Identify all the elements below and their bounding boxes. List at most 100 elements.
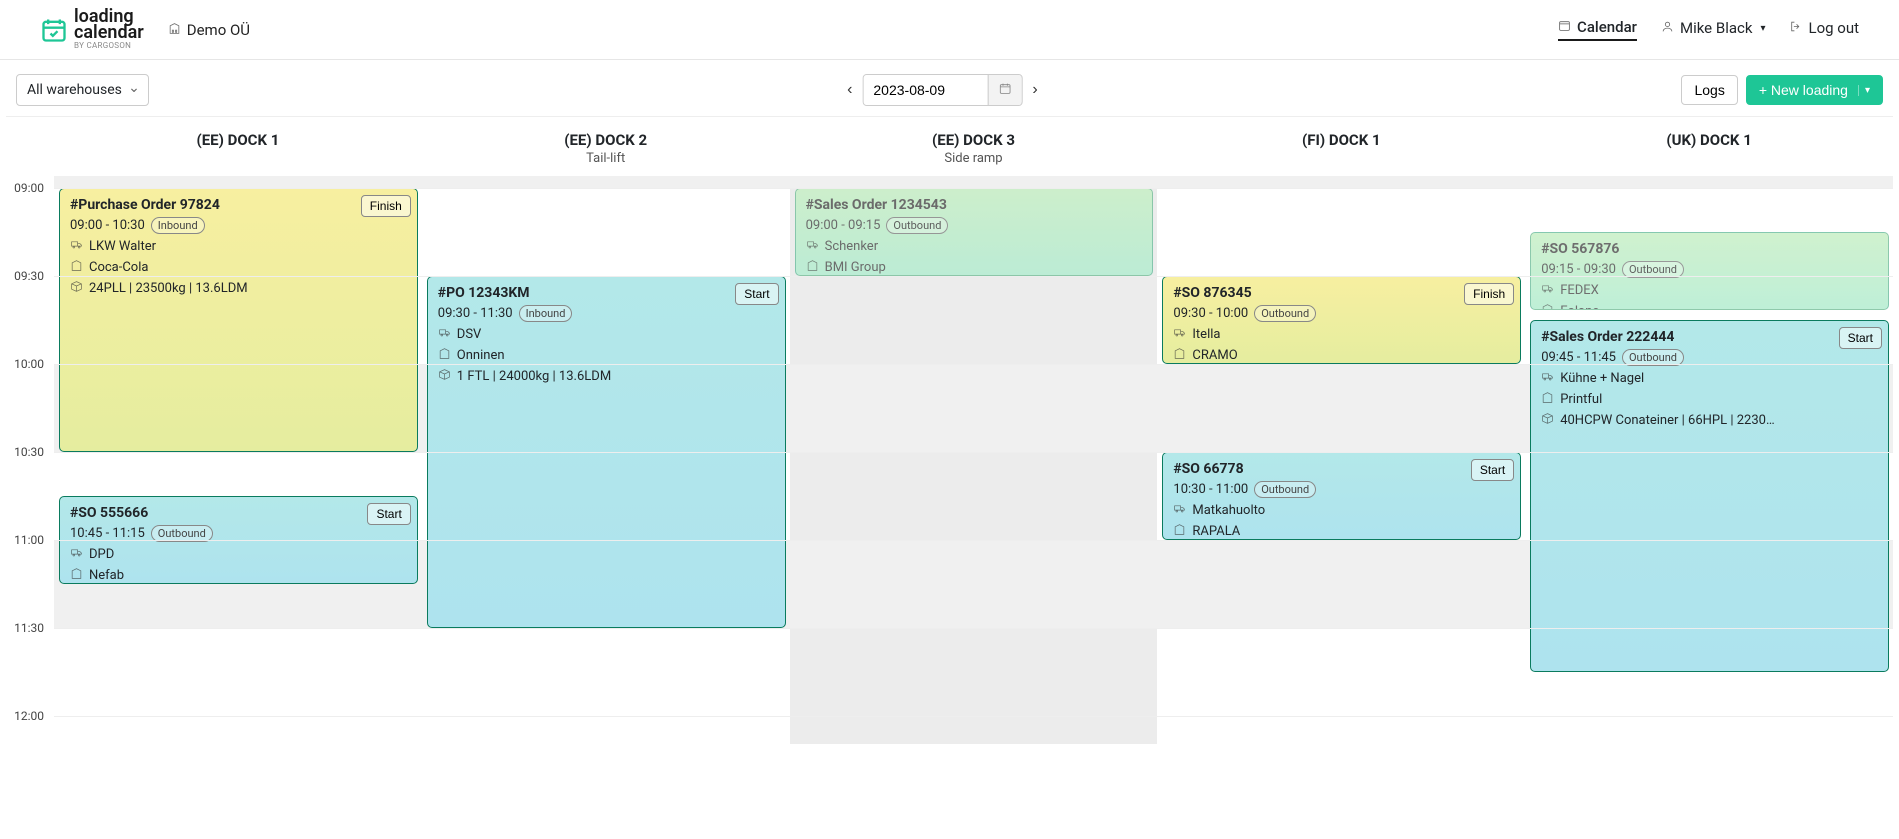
building-icon <box>1541 303 1554 310</box>
event-company-row: BMI Group <box>806 259 1143 276</box>
event-title: #PO 12343KM <box>438 285 775 301</box>
event-carrier: Kühne + Nagel <box>1560 371 1644 386</box>
event-time-row: 09:30 - 10:00Outbound <box>1173 305 1510 322</box>
event-cargo-row: 1 FTL | 24000kg | 13.6LDM <box>438 368 775 385</box>
building-icon <box>1173 523 1186 540</box>
event-title: #Purchase Order 97824 <box>70 197 407 213</box>
loading-event[interactable]: #SO 55566610:45 - 11:15OutboundDPDNefab6… <box>59 496 418 584</box>
loading-event[interactable]: #SO 87634509:30 - 10:00OutboundItellaCRA… <box>1162 276 1521 364</box>
dock-header: (EE) DOCK 1 <box>54 117 422 176</box>
dock-subtitle: Tail-lift <box>426 151 786 166</box>
event-cargo: 1 FTL | 24000kg | 13.6LDM <box>457 369 611 384</box>
dock-header: (EE) DOCK 2 Tail-lift <box>422 117 790 176</box>
event-time: 10:45 - 11:15 <box>70 526 145 541</box>
logo-text: loadingcalendar BY CARGOSON <box>74 9 144 50</box>
dock-column[interactable]: #PO 12343KM09:30 - 11:30InboundDSVOnnine… <box>422 176 790 744</box>
event-company-row: Coca-Cola <box>70 259 407 276</box>
next-day-button[interactable]: › <box>1022 75 1047 105</box>
event-time-row: 09:30 - 11:30 Inbound <box>438 305 775 322</box>
event-cargo-row: 24PLL | 23500kg | 13.6LDM <box>70 280 407 297</box>
company-selector[interactable]: Demo OÜ <box>168 21 250 39</box>
event-time: 09:15 - 09:30 <box>1541 262 1616 277</box>
date-picker-button[interactable] <box>987 75 1021 105</box>
event-title: #SO 66778 <box>1173 461 1510 477</box>
box-icon <box>70 280 83 297</box>
logout-link[interactable]: Log out <box>1789 19 1859 40</box>
truck-icon <box>1541 370 1554 387</box>
event-time: 09:30 - 11:30 <box>438 306 513 321</box>
dock-name: (EE) DOCK 3 <box>794 131 1154 149</box>
event-company-row: Nefab <box>70 567 407 584</box>
calendar: (EE) DOCK 1(EE) DOCK 2Tail-lift(EE) DOCK… <box>6 116 1893 744</box>
event-company-row: RAPALA <box>1173 523 1510 540</box>
event-company: CRAMO <box>1192 348 1237 363</box>
event-time-row: 09:45 - 11:45Outbound <box>1541 349 1878 366</box>
event-time: 09:45 - 11:45 <box>1541 350 1616 365</box>
time-label: 09:30 <box>6 269 50 283</box>
dock-name: (EE) DOCK 2 <box>426 131 786 149</box>
dock-header: (EE) DOCK 3Side ramp <box>790 117 1158 176</box>
loading-event[interactable]: #SO 6677810:30 - 11:00OutboundMatkahuolt… <box>1162 452 1521 540</box>
direction-badge: Inbound <box>151 217 205 234</box>
start-button[interactable]: Start <box>1839 327 1882 349</box>
prev-day-button[interactable]: ‹ <box>837 75 862 105</box>
box-icon <box>438 368 451 385</box>
new-loading-button[interactable]: + New loading ▾ <box>1746 75 1883 105</box>
calendar-icon <box>1558 18 1571 36</box>
event-carrier: LKW Walter <box>89 239 156 254</box>
logs-label: Logs <box>1694 82 1724 98</box>
dock-headers: (EE) DOCK 1(EE) DOCK 2Tail-lift(EE) DOCK… <box>6 117 1893 176</box>
event-time-row: 09:00 - 10:30Inbound <box>70 217 407 234</box>
event-title: #SO 876345 <box>1173 285 1510 301</box>
loading-event[interactable]: #Sales Order 123454309:00 - 09:15Outboun… <box>795 188 1154 276</box>
event-cargo: 24PLL | 23500kg | 13.6LDM <box>89 281 248 296</box>
finish-button[interactable]: Finish <box>361 195 411 217</box>
event-carrier-row: LKW Walter <box>70 238 407 255</box>
nav-calendar[interactable]: Calendar <box>1558 18 1637 41</box>
direction-badge: Outbound <box>886 217 948 234</box>
time-label: 12:00 <box>6 709 50 723</box>
truck-icon <box>70 546 83 563</box>
dock-column[interactable]: #SO 87634509:30 - 10:00OutboundItellaCRA… <box>1157 176 1525 744</box>
chevron-left-icon: ‹ <box>847 81 852 98</box>
building-icon <box>438 347 451 364</box>
event-company: Printful <box>1560 392 1602 407</box>
date-input[interactable] <box>863 75 987 105</box>
time-label: 11:00 <box>6 533 50 547</box>
direction-badge: Inbound <box>519 305 573 322</box>
dock-column[interactable]: #Purchase Order 97824 09:00 - 10:30Inboun… <box>54 176 422 744</box>
finish-button[interactable]: Finish <box>1464 283 1514 305</box>
date-navigator: ‹ › <box>837 74 1048 106</box>
event-title: #SO 555666 <box>70 505 407 521</box>
event-company-row: Eolane <box>1541 303 1878 310</box>
logs-button[interactable]: Logs <box>1681 75 1737 105</box>
event-carrier: DPD <box>89 547 114 562</box>
start-button[interactable]: Start <box>1471 459 1514 481</box>
loading-event[interactable]: #SO 56787609:15 - 09:30OutboundFEDEXEola… <box>1530 232 1889 310</box>
start-button[interactable]: Start <box>367 503 410 525</box>
app-header: loadingcalendar BY CARGOSON Demo OÜ Cale… <box>0 0 1899 60</box>
dock-name: (EE) DOCK 1 <box>58 131 418 149</box>
truck-icon <box>70 238 83 255</box>
dock-column[interactable]: #Sales Order 123454309:00 - 09:15Outboun… <box>790 176 1158 744</box>
event-carrier: Matkahuolto <box>1192 503 1265 518</box>
user-menu[interactable]: Mike Black ▾ <box>1661 19 1766 40</box>
warehouse-filter[interactable]: All warehouses <box>16 74 149 106</box>
dock-header: (FI) DOCK 1 <box>1157 117 1525 176</box>
event-time: 09:30 - 10:00 <box>1173 306 1248 321</box>
chevron-down-icon: ▾ <box>1760 23 1765 34</box>
dock-columns: #Purchase Order 97824 09:00 - 10:30Inboun… <box>54 176 1893 744</box>
event-time: 09:00 - 09:15 <box>806 218 881 233</box>
event-company-row: Printful <box>1541 391 1878 408</box>
user-name: Mike Black <box>1680 19 1752 37</box>
dock-column[interactable]: #SO 56787609:15 - 09:30OutboundFEDEXEola… <box>1525 176 1893 744</box>
event-company: Onninen <box>457 348 505 363</box>
start-button[interactable]: Start <box>735 283 778 305</box>
loading-event[interactable]: #Purchase Order 97824 09:00 - 10:30Inboun… <box>59 188 418 452</box>
logout-icon <box>1789 19 1802 37</box>
loading-event[interactable]: #PO 12343KM09:30 - 11:30InboundDSVOnnine… <box>427 276 786 628</box>
direction-badge: Outbound <box>151 525 213 542</box>
loading-event[interactable]: #Sales Order 22244409:45 - 11:45Outbound… <box>1530 320 1889 672</box>
logo[interactable]: loadingcalendar BY CARGOSON <box>40 9 144 50</box>
time-label: 11:30 <box>6 621 50 635</box>
